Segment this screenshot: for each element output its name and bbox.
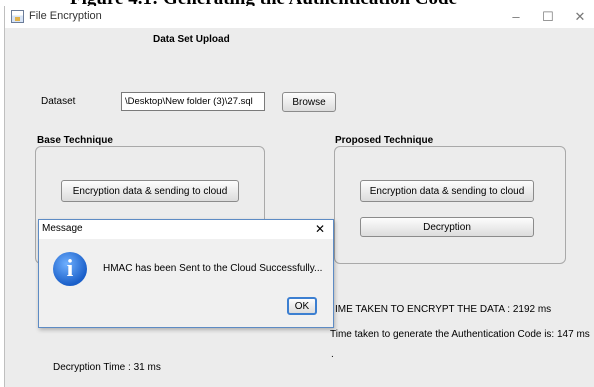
dialog-message: HMAC has been Sent to the Cloud Successf… bbox=[103, 263, 323, 274]
close-button[interactable]: ✕ bbox=[565, 8, 594, 26]
stray-dot: . bbox=[331, 349, 334, 360]
info-icon: i bbox=[53, 252, 87, 286]
message-dialog: Message ✕ i HMAC has been Sent to the Cl… bbox=[38, 219, 334, 328]
window-title: File Encryption bbox=[29, 10, 102, 22]
page-title: Data Set Upload bbox=[153, 34, 230, 45]
dialog-close-button[interactable]: ✕ bbox=[315, 222, 325, 236]
minimize-button[interactable]: – bbox=[501, 8, 531, 26]
dialog-title: Message bbox=[42, 223, 83, 234]
proposed-encrypt-button[interactable]: Encryption data & sending to cloud bbox=[360, 180, 534, 202]
title-bar: File Encryption – ☐ ✕ bbox=[5, 6, 594, 28]
proposed-technique-panel bbox=[334, 146, 566, 264]
auth-code-time-label: Time taken to generate the Authenticatio… bbox=[330, 329, 590, 340]
browse-button[interactable]: Browse bbox=[282, 92, 336, 112]
encrypt-time-label: IME TAKEN TO ENCRYPT THE DATA : 2192 ms bbox=[335, 304, 552, 315]
dataset-path-field[interactable]: \Desktop\New folder (3)\27.sql bbox=[121, 92, 265, 111]
base-encrypt-button[interactable]: Encryption data & sending to cloud bbox=[61, 180, 239, 202]
proposed-decrypt-button[interactable]: Decryption bbox=[360, 217, 534, 237]
base-technique-title: Base Technique bbox=[37, 135, 113, 146]
ok-button[interactable]: OK bbox=[287, 297, 317, 315]
proposed-technique-title: Proposed Technique bbox=[335, 135, 434, 146]
decryption-time-label: Decryption Time : 31 ms bbox=[53, 362, 161, 373]
maximize-button[interactable]: ☐ bbox=[533, 8, 563, 26]
main-window: File Encryption – ☐ ✕ Data Set Upload Da… bbox=[4, 6, 594, 387]
app-window-icon bbox=[11, 10, 24, 23]
dataset-label: Dataset bbox=[41, 96, 76, 107]
dialog-title-bar: Message ✕ bbox=[39, 220, 333, 239]
